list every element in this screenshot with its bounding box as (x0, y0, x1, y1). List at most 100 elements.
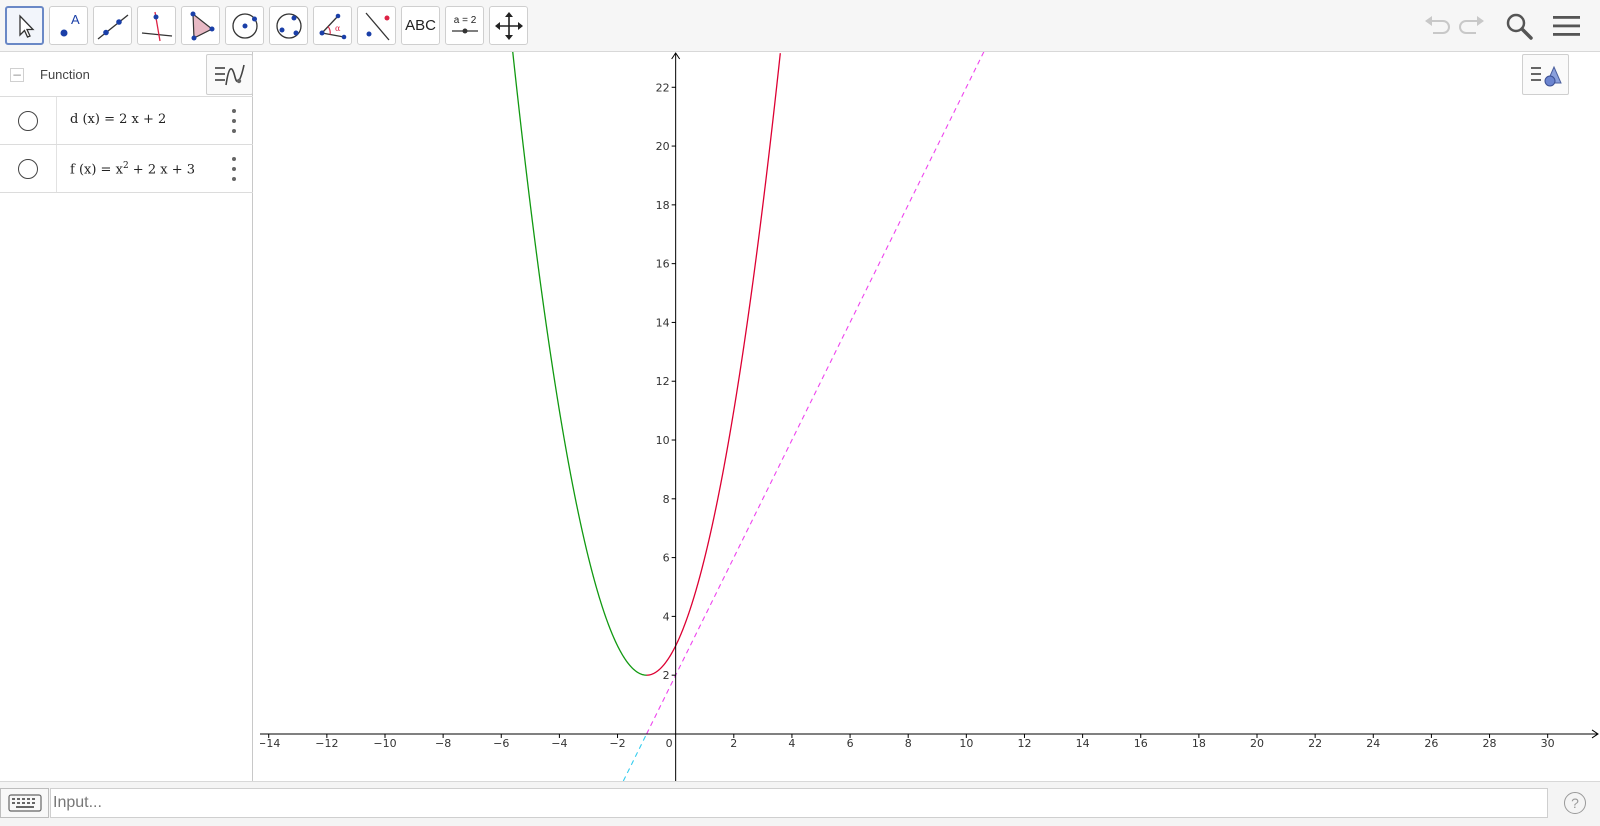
style-bar-graphics-icon (1530, 65, 1562, 86)
input-bar: ? (0, 781, 1600, 826)
x-tick-label: 16 (1134, 737, 1148, 750)
line-d-lower-segment (622, 733, 648, 781)
x-tick-label: 18 (1192, 737, 1206, 750)
redo-button[interactable] (1456, 8, 1490, 44)
move-tool-button[interactable] (5, 6, 44, 45)
arrow-pointer-icon (18, 13, 35, 38)
algebra-expression-d[interactable]: d (x) = 2 x + 2 (70, 112, 166, 127)
x-tick-label: 20 (1250, 737, 1264, 750)
graphics-style-bar-button[interactable] (1522, 54, 1569, 95)
more-options-icon[interactable] (230, 157, 238, 181)
circle-center-point-tool-button[interactable] (225, 6, 264, 45)
angle-icon: α (319, 13, 346, 39)
y-tick-label: 20 (656, 140, 670, 153)
y-tick-label: 14 (656, 316, 670, 329)
algebra-group-header: − Function (0, 52, 253, 97)
svg-text:a = 2: a = 2 (453, 15, 476, 26)
line-d (646, 52, 985, 735)
visibility-toggle-f[interactable] (0, 145, 57, 192)
x-tick-label: −12 (315, 737, 338, 750)
y-tick-label: 18 (656, 199, 670, 212)
algebra-style-bar-button[interactable] (206, 54, 253, 95)
keyboard-icon (7, 794, 42, 812)
visibility-circle-icon (18, 158, 38, 179)
undo-icon (1425, 16, 1450, 34)
more-options-icon[interactable] (230, 109, 238, 133)
y-tick-label: 2 (663, 669, 670, 682)
x-tick-label: 26 (1424, 737, 1438, 750)
visibility-toggle-d[interactable] (0, 97, 57, 144)
search-icon (1506, 13, 1533, 40)
x-tick-label: 0 (666, 737, 673, 750)
x-tick-label: 28 (1483, 737, 1497, 750)
line-tool-button[interactable] (93, 6, 132, 45)
slider-tool-button[interactable]: a = 2 (445, 6, 484, 45)
x-tick-label: −14 (260, 737, 280, 750)
circle-center-icon (231, 12, 258, 39)
algebra-group-label: Function (40, 67, 90, 82)
y-tick-label: 6 (663, 552, 670, 565)
perpendicular-line-tool-button[interactable] (137, 6, 176, 45)
svg-text:α: α (335, 24, 341, 33)
point-tool-button[interactable]: A (49, 6, 88, 45)
x-tick-label: 22 (1308, 737, 1322, 750)
algebra-expression-f[interactable]: f (x) = x2 + 2 x + 3 (70, 161, 195, 177)
x-tick-label: −10 (373, 737, 396, 750)
slider-icon: a = 2 (451, 15, 478, 33)
x-tick-label: 2 (730, 737, 737, 750)
reflect-about-line-icon (365, 12, 389, 40)
x-tick-label: 4 (788, 737, 795, 750)
graphics-view[interactable]: −14 −12 −10 −8 −6 −4 −2 0 2 4 6 8 10 12 14 16 18 20 22 24 26… (260, 52, 1600, 781)
circle-three-points-tool-button[interactable] (269, 6, 308, 45)
svg-text:A: A (71, 12, 80, 27)
main-menu-button[interactable] (1549, 8, 1583, 44)
axes-layer: −14 −12 −10 −8 −6 −4 −2 0 2 4 6 8 10 12 14 16 18 20 22 24 26… (260, 52, 1599, 781)
x-tick-label: 24 (1366, 737, 1380, 750)
x-tick-label: 12 (1017, 737, 1031, 750)
collapse-group-toggle[interactable]: − (10, 68, 24, 82)
polygon-icon (190, 11, 214, 40)
y-tick-label: 10 (656, 434, 670, 447)
algebra-item-d[interactable]: d (x) = 2 x + 2 (0, 97, 253, 145)
style-bar-graph-icon (214, 64, 245, 85)
y-tick-label: 16 (656, 258, 670, 271)
y-tick-label: 22 (656, 81, 670, 94)
text-tool-button[interactable]: ABC (401, 6, 440, 45)
circle-three-points-icon (275, 12, 302, 39)
x-tick-label: −8 (435, 737, 451, 750)
algebra-view: − Function d (x) = 2 x + 2 f (x) = x2 + … (0, 52, 253, 781)
x-tick-label: 14 (1076, 737, 1090, 750)
input-help-button[interactable]: ? (1564, 792, 1586, 814)
keyboard-toggle-button[interactable] (0, 788, 49, 818)
curve-f-left-branch (512, 52, 647, 676)
toolbar: A α ABC a = 2 (0, 0, 1600, 52)
algebra-input-field[interactable] (50, 788, 1548, 818)
move-view-icon (494, 11, 523, 40)
line-through-points-icon (97, 13, 128, 40)
x-tick-label: 30 (1541, 737, 1555, 750)
move-graphics-view-tool-button[interactable] (489, 6, 528, 45)
point-icon: A (60, 12, 80, 36)
x-tick-label: 8 (905, 737, 912, 750)
angle-tool-button[interactable]: α (313, 6, 352, 45)
y-tick-label: 4 (663, 610, 670, 623)
reflect-tool-button[interactable] (357, 6, 396, 45)
x-tick-label: 6 (847, 737, 854, 750)
undo-button[interactable] (1419, 8, 1453, 44)
curves-layer (512, 52, 985, 781)
x-tick-label: −4 (551, 737, 567, 750)
hamburger-menu-icon (1553, 16, 1580, 36)
y-tick-label: 8 (663, 493, 670, 506)
perpendicular-line-icon (141, 11, 172, 41)
x-tick-label: 10 (959, 737, 973, 750)
geogebra-app: A α ABC a = 2 − Function d (x) = 2 x + 2… (0, 0, 1600, 826)
polygon-tool-button[interactable] (181, 6, 220, 45)
x-tick-label: −2 (609, 737, 625, 750)
graphics-canvas[interactable]: −14 −12 −10 −8 −6 −4 −2 0 2 4 6 8 10 12 14 16 18 20 22 24 26… (260, 52, 1600, 781)
y-tick-label: 12 (656, 375, 670, 388)
visibility-circle-icon (18, 110, 38, 131)
redo-icon (1459, 16, 1484, 34)
algebra-item-f[interactable]: f (x) = x2 + 2 x + 3 (0, 145, 253, 193)
search-button[interactable] (1502, 8, 1536, 44)
x-tick-label: −6 (493, 737, 509, 750)
